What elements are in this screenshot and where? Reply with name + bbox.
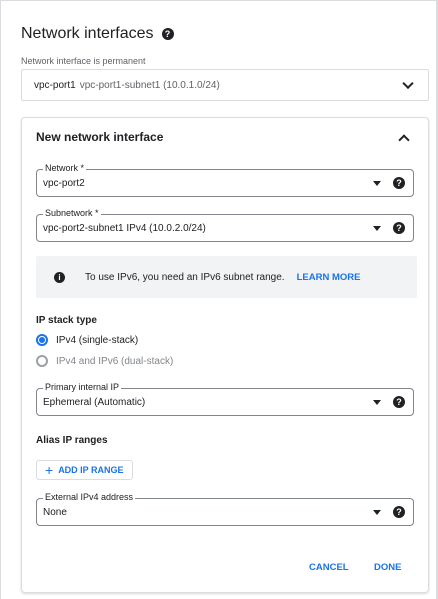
existing-interface-detail: vpc-port1-subnet1 (10.0.1.0/24) bbox=[79, 79, 220, 91]
add-ip-range-button[interactable]: + ADD IP RANGE bbox=[36, 460, 133, 480]
radio-ipv4-single[interactable]: IPv4 (single-stack) bbox=[36, 334, 138, 346]
primary-ip-value: Ephemeral (Automatic) bbox=[43, 397, 146, 408]
dropdown-arrow-icon[interactable] bbox=[373, 400, 381, 405]
radio-label: IPv4 (single-stack) bbox=[56, 334, 139, 346]
help-icon[interactable]: ? bbox=[393, 177, 405, 189]
radio-label: IPv4 and IPv6 (dual-stack) bbox=[56, 355, 174, 367]
page-title: Network interfaces bbox=[21, 25, 154, 42]
done-button[interactable]: DONE bbox=[374, 562, 401, 573]
chevron-up-icon[interactable] bbox=[398, 134, 410, 146]
network-label: Network * bbox=[43, 163, 87, 173]
permanent-interface-label: Network interface is permanent bbox=[21, 56, 146, 66]
subnetwork-label: Subnetwork * bbox=[43, 208, 101, 218]
cancel-button[interactable]: CANCEL bbox=[309, 562, 349, 573]
subnetwork-value: vpc-port2-subnet1 IPv4 (10.0.2.0/24) bbox=[43, 223, 206, 234]
plus-icon: + bbox=[45, 462, 54, 478]
help-icon[interactable]: ? bbox=[393, 396, 405, 408]
radio-selected-icon[interactable] bbox=[36, 334, 48, 346]
radio-unselected-icon[interactable] bbox=[36, 355, 48, 367]
help-icon[interactable]: ? bbox=[393, 222, 405, 234]
network-value: vpc-port2 bbox=[43, 178, 85, 189]
chevron-down-icon[interactable] bbox=[402, 77, 414, 90]
dropdown-arrow-icon[interactable] bbox=[373, 226, 381, 231]
subnetwork-select[interactable]: Subnetwork * vpc-port2-subnet1 IPv4 (10.… bbox=[36, 208, 414, 242]
external-ip-label: External IPv4 address bbox=[43, 492, 136, 502]
radio-ipv4-ipv6-dual[interactable]: IPv4 and IPv6 (dual-stack) bbox=[36, 355, 173, 367]
learn-more-link[interactable]: LEARN MORE bbox=[297, 272, 361, 283]
info-text: To use IPv6, you need an IPv6 subnet ran… bbox=[85, 271, 285, 283]
network-select[interactable]: Network * vpc-port2 ? bbox=[36, 163, 414, 197]
primary-internal-ip-select[interactable]: Primary internal IP Ephemeral (Automatic… bbox=[36, 382, 414, 416]
external-ipv4-select[interactable]: External IPv4 address None ? bbox=[36, 492, 414, 526]
help-icon[interactable]: ? bbox=[393, 506, 405, 518]
dropdown-arrow-icon[interactable] bbox=[373, 181, 381, 186]
primary-ip-label: Primary internal IP bbox=[43, 382, 122, 392]
dropdown-arrow-icon[interactable] bbox=[373, 510, 381, 515]
ip-stack-label: IP stack type bbox=[36, 315, 97, 326]
existing-interface-name: vpc-port1 bbox=[34, 79, 76, 91]
existing-interface-row[interactable]: vpc-port1 vpc-port1-subnet1 (10.0.1.0/24… bbox=[21, 69, 429, 101]
help-icon[interactable]: ? bbox=[161, 28, 174, 40]
new-interface-title: New network interface bbox=[36, 130, 164, 144]
header: Network interfaces ? bbox=[21, 25, 174, 43]
alias-ip-label: Alias IP ranges bbox=[36, 435, 108, 446]
ipv6-info-banner: i To use IPv6, you need an IPv6 subnet r… bbox=[36, 256, 417, 298]
new-interface-card: New network interface Network * vpc-port… bbox=[21, 117, 429, 593]
info-icon: i bbox=[54, 271, 65, 283]
external-ip-value: None bbox=[43, 507, 67, 518]
add-ip-range-label: ADD IP RANGE bbox=[58, 465, 124, 475]
network-interfaces-panel: Network interfaces ? Network interface i… bbox=[0, 0, 438, 599]
